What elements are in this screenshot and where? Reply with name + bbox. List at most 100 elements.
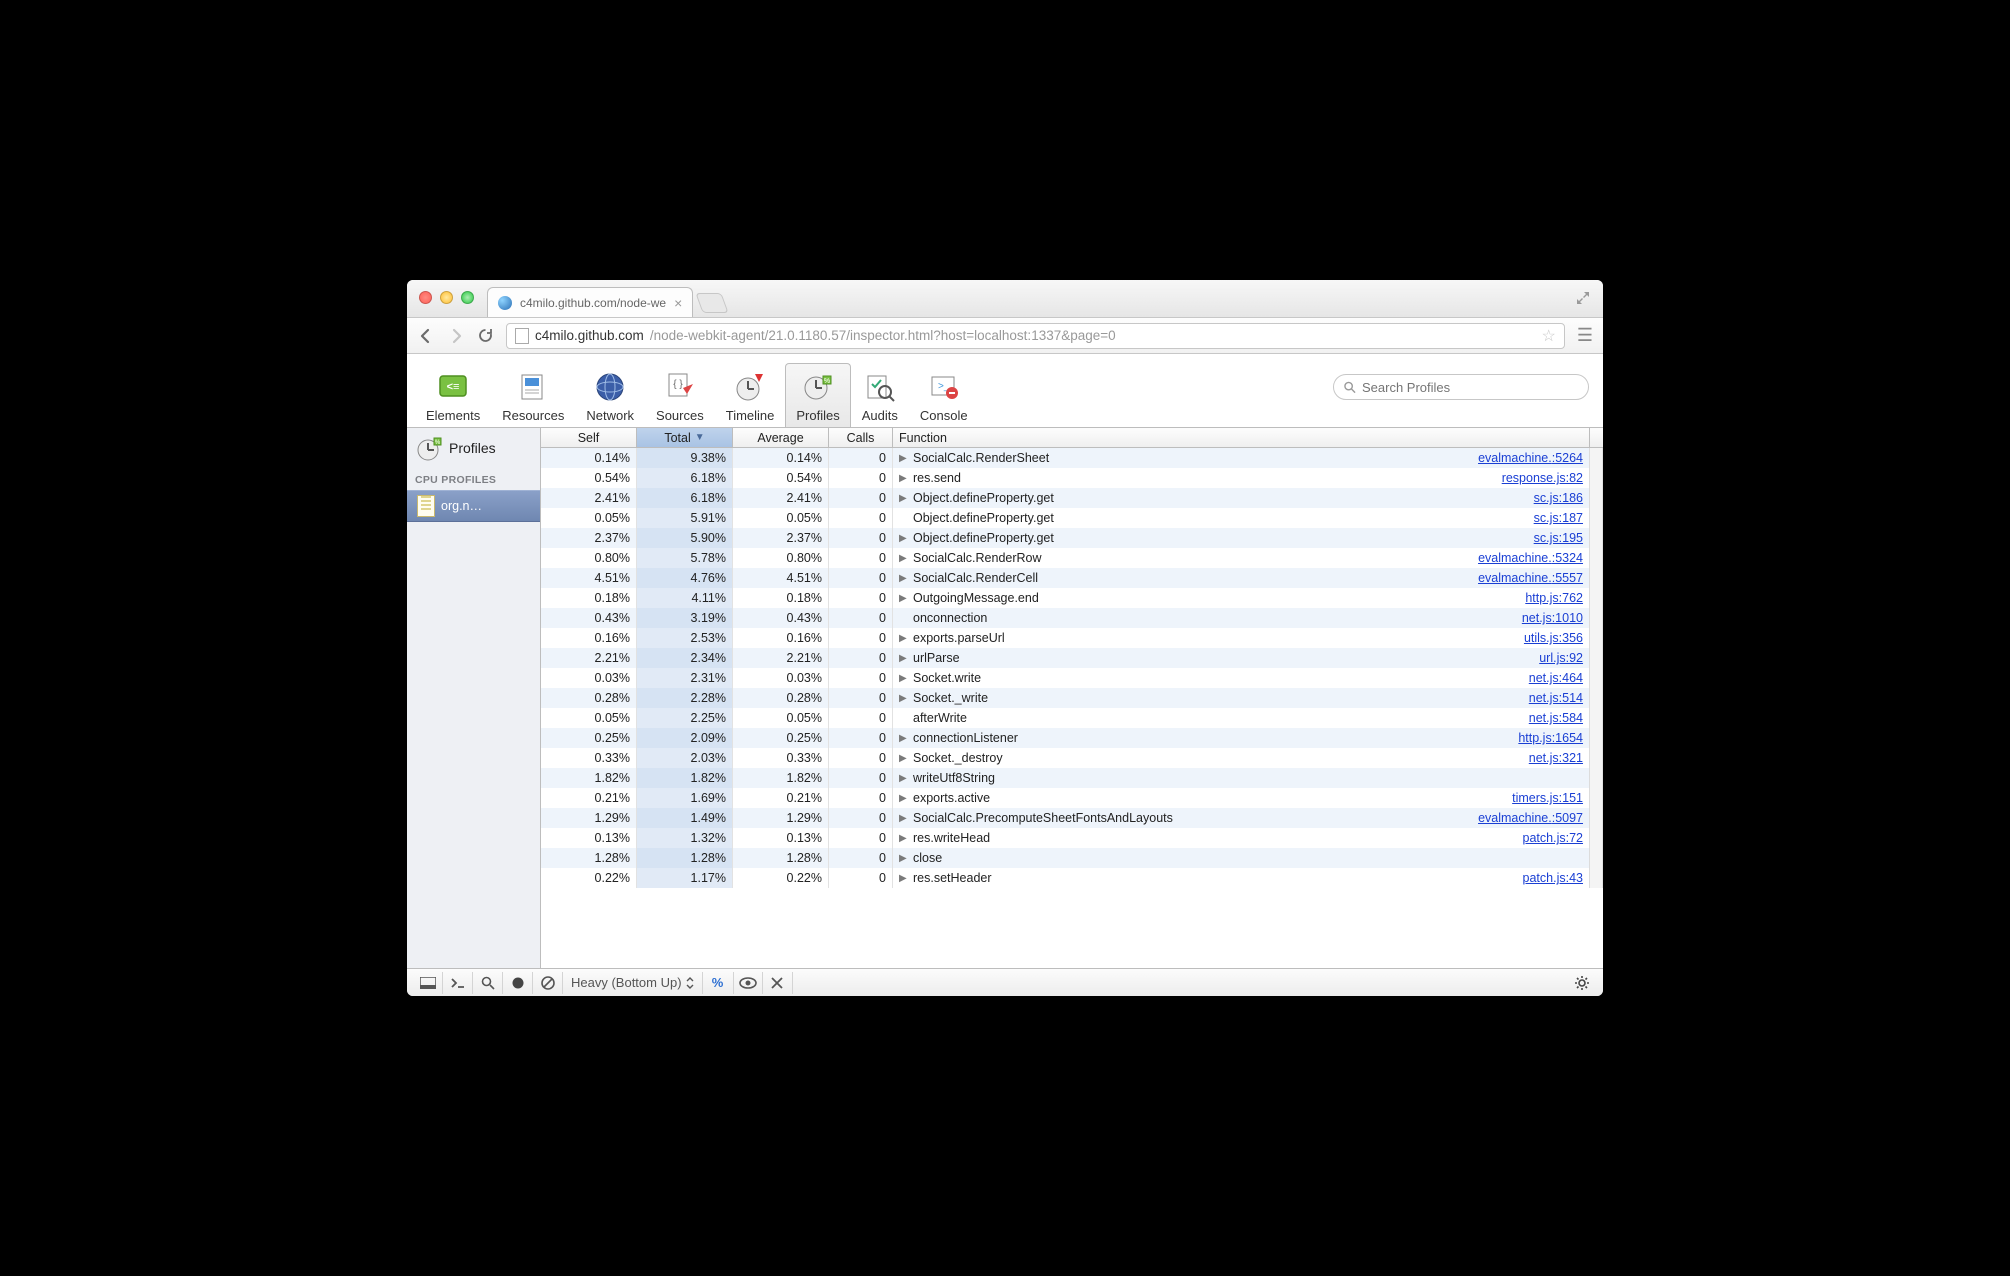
- table-row[interactable]: 2.37%5.90%2.37%0▶Object.defineProperty.g…: [541, 528, 1603, 548]
- dock-button[interactable]: [413, 972, 443, 994]
- scrollbar-track[interactable]: [1589, 788, 1603, 808]
- new-tab-button[interactable]: [696, 293, 729, 313]
- table-row[interactable]: 0.03%2.31%0.03%0▶Socket.writenet.js:464: [541, 668, 1603, 688]
- back-button[interactable]: [417, 327, 435, 345]
- source-link[interactable]: utils.js:356: [1524, 631, 1589, 645]
- source-link[interactable]: net.js:514: [1529, 691, 1589, 705]
- percent-toggle-button[interactable]: %: [703, 972, 733, 994]
- scrollbar-track[interactable]: [1589, 508, 1603, 528]
- disclosure-triangle-icon[interactable]: ▶: [899, 853, 909, 864]
- scrollbar-track[interactable]: [1589, 668, 1603, 688]
- table-row[interactable]: 1.29%1.49%1.29%0▶SocialCalc.PrecomputeSh…: [541, 808, 1603, 828]
- table-row[interactable]: 0.33%2.03%0.33%0▶Socket._destroynet.js:3…: [541, 748, 1603, 768]
- source-link[interactable]: sc.js:186: [1534, 491, 1589, 505]
- scrollbar-track[interactable]: [1589, 468, 1603, 488]
- disclosure-triangle-icon[interactable]: ▶: [899, 693, 909, 704]
- table-row[interactable]: 0.14%9.38%0.14%0▶SocialCalc.RenderSheete…: [541, 448, 1603, 468]
- disclosure-triangle-icon[interactable]: ▶: [899, 833, 909, 844]
- source-link[interactable]: evalmachine.:5097: [1478, 811, 1589, 825]
- disclosure-triangle-icon[interactable]: ▶: [899, 493, 909, 504]
- panel-resources[interactable]: Resources: [491, 363, 575, 427]
- panel-elements[interactable]: <≡ Elements: [415, 363, 491, 427]
- header-average[interactable]: Average: [733, 428, 829, 447]
- table-row[interactable]: 0.16%2.53%0.16%0▶exports.parseUrlutils.j…: [541, 628, 1603, 648]
- source-link[interactable]: evalmachine.:5264: [1478, 451, 1589, 465]
- scrollbar-track[interactable]: [1589, 748, 1603, 768]
- table-row[interactable]: 2.21%2.34%2.21%0▶urlParseurl.js:92: [541, 648, 1603, 668]
- source-link[interactable]: net.js:464: [1529, 671, 1589, 685]
- window-close-button[interactable]: [419, 291, 432, 304]
- source-link[interactable]: patch.js:72: [1523, 831, 1589, 845]
- scrollbar-track[interactable]: [1589, 708, 1603, 728]
- reload-button[interactable]: [477, 327, 494, 344]
- scrollbar-track[interactable]: [1589, 608, 1603, 628]
- record-button[interactable]: [503, 972, 533, 994]
- scrollbar-track[interactable]: [1589, 448, 1603, 468]
- scrollbar-track[interactable]: [1589, 728, 1603, 748]
- disclosure-triangle-icon[interactable]: ▶: [899, 633, 909, 644]
- settings-button[interactable]: [1567, 972, 1597, 994]
- table-row[interactable]: 0.18%4.11%0.18%0▶OutgoingMessage.endhttp…: [541, 588, 1603, 608]
- source-link[interactable]: evalmachine.:5557: [1478, 571, 1589, 585]
- view-mode-select[interactable]: Heavy (Bottom Up): [563, 972, 703, 994]
- panel-timeline[interactable]: Timeline: [715, 363, 786, 427]
- header-function[interactable]: Function: [893, 428, 1589, 447]
- table-row[interactable]: 2.41%6.18%2.41%0▶Object.defineProperty.g…: [541, 488, 1603, 508]
- focus-button[interactable]: [733, 972, 763, 994]
- scrollbar-track[interactable]: [1589, 688, 1603, 708]
- search-button[interactable]: [473, 972, 503, 994]
- source-link[interactable]: timers.js:151: [1512, 791, 1589, 805]
- table-row[interactable]: 0.05%5.91%0.05%0Object.defineProperty.ge…: [541, 508, 1603, 528]
- fullscreen-icon[interactable]: [1575, 290, 1591, 306]
- sidebar-profile-item[interactable]: org.n…: [407, 490, 540, 522]
- scrollbar-track[interactable]: [1589, 488, 1603, 508]
- disclosure-triangle-icon[interactable]: ▶: [899, 593, 909, 604]
- panel-profiles[interactable]: % Profiles: [785, 363, 850, 427]
- table-row[interactable]: 0.54%6.18%0.54%0▶res.sendresponse.js:82: [541, 468, 1603, 488]
- table-row[interactable]: 0.13%1.32%0.13%0▶res.writeHeadpatch.js:7…: [541, 828, 1603, 848]
- table-row[interactable]: 1.82%1.82%1.82%0▶writeUtf8String: [541, 768, 1603, 788]
- disclosure-triangle-icon[interactable]: ▶: [899, 773, 909, 784]
- disclosure-triangle-icon[interactable]: ▶: [899, 813, 909, 824]
- table-row[interactable]: 0.21%1.69%0.21%0▶exports.activetimers.js…: [541, 788, 1603, 808]
- disclosure-triangle-icon[interactable]: ▶: [899, 473, 909, 484]
- window-minimize-button[interactable]: [440, 291, 453, 304]
- disclosure-triangle-icon[interactable]: ▶: [899, 793, 909, 804]
- exclude-button[interactable]: [763, 972, 793, 994]
- panel-network[interactable]: Network: [575, 363, 645, 427]
- address-bar[interactable]: c4milo.github.com/node-webkit-agent/21.0…: [506, 323, 1565, 349]
- disclosure-triangle-icon[interactable]: ▶: [899, 753, 909, 764]
- table-row[interactable]: 0.25%2.09%0.25%0▶connectionListenerhttp.…: [541, 728, 1603, 748]
- disclosure-triangle-icon[interactable]: ▶: [899, 553, 909, 564]
- disclosure-triangle-icon[interactable]: ▶: [899, 573, 909, 584]
- header-total[interactable]: Total▼: [637, 428, 733, 447]
- disclosure-triangle-icon[interactable]: ▶: [899, 533, 909, 544]
- source-link[interactable]: sc.js:195: [1534, 531, 1589, 545]
- source-link[interactable]: url.js:92: [1539, 651, 1589, 665]
- chrome-menu-button[interactable]: ☰: [1577, 325, 1593, 346]
- source-link[interactable]: http.js:762: [1525, 591, 1589, 605]
- header-calls[interactable]: Calls: [829, 428, 893, 447]
- source-link[interactable]: response.js:82: [1502, 471, 1589, 485]
- table-row[interactable]: 0.22%1.17%0.22%0▶res.setHeaderpatch.js:4…: [541, 868, 1603, 888]
- source-link[interactable]: evalmachine.:5324: [1478, 551, 1589, 565]
- browser-tab[interactable]: c4milo.github.com/node-we ×: [487, 287, 693, 317]
- scrollbar-track[interactable]: [1589, 628, 1603, 648]
- scrollbar-track[interactable]: [1589, 848, 1603, 868]
- header-self[interactable]: Self: [541, 428, 637, 447]
- source-link[interactable]: net.js:321: [1529, 751, 1589, 765]
- bookmark-star-icon[interactable]: ☆: [1542, 326, 1556, 346]
- panel-sources[interactable]: { } Sources: [645, 363, 715, 427]
- source-link[interactable]: sc.js:187: [1534, 511, 1589, 525]
- forward-button[interactable]: [447, 327, 465, 345]
- window-zoom-button[interactable]: [461, 291, 474, 304]
- scrollbar-track[interactable]: [1589, 528, 1603, 548]
- panel-audits[interactable]: Audits: [851, 363, 909, 427]
- search-input[interactable]: [1362, 380, 1578, 395]
- show-console-button[interactable]: [443, 972, 473, 994]
- scrollbar-track[interactable]: [1589, 648, 1603, 668]
- scrollbar-track[interactable]: [1589, 828, 1603, 848]
- table-row[interactable]: 0.28%2.28%0.28%0▶Socket._writenet.js:514: [541, 688, 1603, 708]
- table-row[interactable]: 0.43%3.19%0.43%0onconnectionnet.js:1010: [541, 608, 1603, 628]
- scrollbar-track[interactable]: [1589, 768, 1603, 788]
